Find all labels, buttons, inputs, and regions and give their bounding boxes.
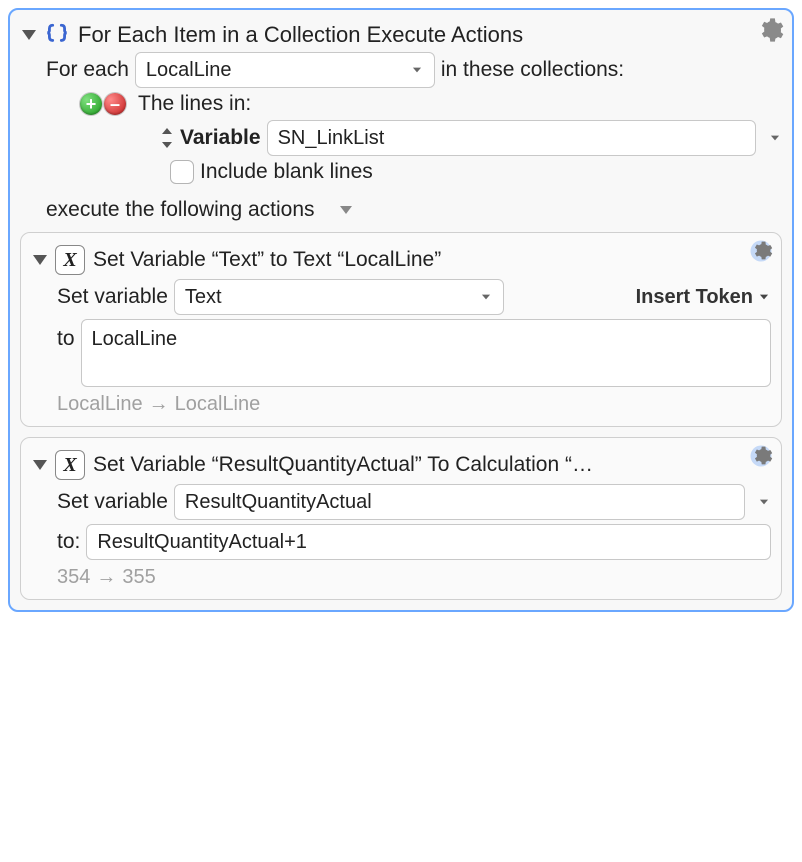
collection-row: + – The lines in:: [80, 92, 782, 116]
set-variable-label: Set variable: [57, 285, 168, 309]
target-variable-value: ResultQuantityActual: [185, 491, 734, 514]
result-preview: 354→355: [57, 566, 771, 589]
source-variable-dropdown[interactable]: SN_LinkList: [267, 120, 756, 156]
for-each-row: For each LocalLine in these collections:: [46, 52, 782, 88]
calculation-input[interactable]: ResultQuantityActual+1: [86, 524, 771, 560]
variable-keyword-label: Variable: [180, 126, 261, 150]
insert-token-button[interactable]: Insert Token: [636, 286, 771, 309]
sort-updown-icon[interactable]: [160, 128, 174, 148]
sub-action-title: Set Variable “Text” to Text “LocalLine”: [93, 248, 441, 272]
execute-disclosure-toggle[interactable]: [337, 201, 355, 219]
to-row: to LocalLine: [57, 319, 771, 387]
value-text: LocalLine: [92, 328, 178, 350]
sub-action-header-row: X Set Variable “Text” to Text “LocalLine…: [31, 245, 771, 275]
action-header-row: For Each Item in a Collection Execute Ac…: [20, 22, 782, 48]
lines-in-label: The lines in:: [138, 92, 251, 116]
plus-icon: +: [86, 95, 97, 113]
disclosure-toggle[interactable]: [20, 26, 38, 44]
action-settings-button[interactable]: [747, 237, 775, 265]
loop-variable-dropdown[interactable]: LocalLine: [135, 52, 435, 88]
to-row: to: ResultQuantityActual+1: [57, 524, 771, 560]
value-textarea[interactable]: LocalLine: [81, 319, 771, 387]
chevron-down-icon[interactable]: [768, 131, 782, 145]
target-variable-dropdown[interactable]: Text: [174, 279, 504, 315]
for-each-action-panel: For Each Item in a Collection Execute Ac…: [8, 8, 794, 612]
action-settings-button[interactable]: [756, 16, 784, 44]
to-label: to: [57, 327, 75, 351]
gear-icon: [747, 442, 775, 470]
in-collections-label: in these collections:: [441, 58, 624, 82]
execute-label: execute the following actions: [46, 198, 315, 222]
include-blank-row: Include blank lines: [170, 160, 782, 184]
set-variable-row: Set variable Text Insert Token: [57, 279, 771, 315]
gear-icon: [747, 237, 775, 265]
disclosure-toggle[interactable]: [31, 251, 49, 269]
sub-action-header-row: X Set Variable “ResultQuantityActual” To…: [31, 450, 771, 480]
variable-x-icon: X: [55, 450, 85, 480]
to-label: to:: [57, 530, 80, 554]
set-variable-row: Set variable ResultQuantityActual: [57, 484, 771, 520]
set-variable-label: Set variable: [57, 490, 168, 514]
set-variable-calc-action: X Set Variable “ResultQuantityActual” To…: [20, 437, 782, 600]
sub-action-title: Set Variable “ResultQuantityActual” To C…: [93, 453, 593, 477]
execute-row: execute the following actions: [46, 198, 782, 222]
for-each-label: For each: [46, 58, 129, 82]
action-settings-button[interactable]: [747, 442, 775, 470]
chevron-down-icon: [410, 63, 424, 77]
braces-icon: [44, 22, 70, 48]
chevron-down-icon: [757, 290, 771, 304]
include-blank-checkbox[interactable]: [170, 160, 194, 184]
insert-token-label: Insert Token: [636, 286, 753, 309]
result-preview: LocalLine→LocalLine: [57, 393, 771, 416]
set-variable-text-action: X Set Variable “Text” to Text “LocalLine…: [20, 232, 782, 427]
minus-icon: –: [110, 95, 120, 113]
calculation-text: ResultQuantityActual+1: [97, 531, 307, 554]
disclosure-toggle[interactable]: [31, 456, 49, 474]
target-variable-value: Text: [185, 286, 471, 309]
target-variable-dropdown[interactable]: ResultQuantityActual: [174, 484, 745, 520]
chevron-down-icon[interactable]: [757, 495, 771, 509]
loop-variable-value: LocalLine: [146, 59, 402, 82]
action-title: For Each Item in a Collection Execute Ac…: [78, 22, 523, 48]
variable-source-row: Variable SN_LinkList: [160, 120, 782, 156]
chevron-down-icon: [479, 290, 493, 304]
source-variable-value: SN_LinkList: [278, 127, 745, 150]
include-blank-label: Include blank lines: [200, 160, 373, 184]
variable-x-icon: X: [55, 245, 85, 275]
add-collection-button[interactable]: +: [80, 93, 102, 115]
remove-collection-button[interactable]: –: [104, 93, 126, 115]
gear-icon: [756, 16, 784, 44]
